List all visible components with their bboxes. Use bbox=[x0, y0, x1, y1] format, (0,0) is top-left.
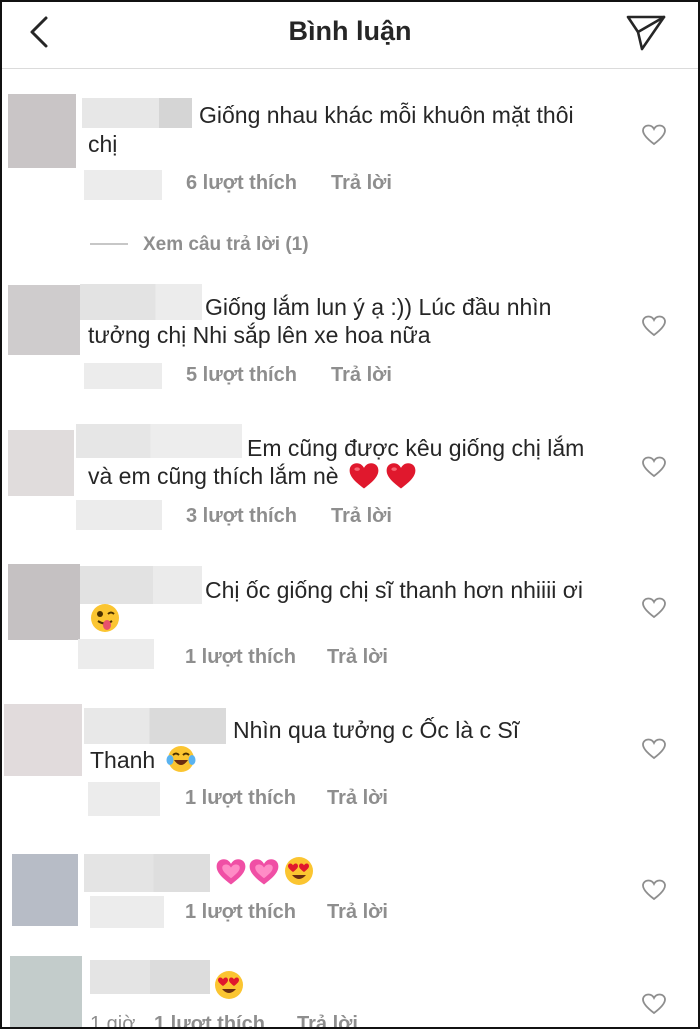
comment-text: Em cũng được kêu giống chị lắm bbox=[247, 435, 585, 461]
like-heart-icon[interactable] bbox=[642, 993, 666, 1015]
red-heart-emoji-icon bbox=[349, 463, 379, 489]
page-title: Bình luận bbox=[288, 16, 412, 46]
timestamp-blurred bbox=[76, 500, 162, 530]
timestamp-blurred bbox=[88, 782, 160, 816]
like-heart-icon[interactable] bbox=[642, 456, 666, 478]
username-blurred[interactable] bbox=[84, 708, 226, 744]
like-count[interactable]: 1 lượt thích bbox=[185, 646, 296, 669]
username-blurred[interactable] bbox=[90, 960, 210, 994]
comment-text-continued: Thanh bbox=[90, 747, 156, 773]
reply-button[interactable]: Trả lời bbox=[327, 901, 388, 924]
avatar[interactable] bbox=[4, 704, 82, 776]
like-count[interactable]: 1 lượt thích bbox=[154, 1013, 265, 1027]
comment-time: 1 giờ bbox=[90, 1013, 136, 1029]
username-blurred[interactable] bbox=[76, 424, 242, 458]
like-count[interactable]: 5 lượt thích bbox=[186, 364, 297, 387]
like-heart-icon[interactable] bbox=[642, 597, 666, 619]
comment-text-row: Thanh bbox=[90, 744, 196, 775]
reply-button[interactable]: Trả lời bbox=[327, 646, 388, 669]
winking-tongue-emoji-icon bbox=[91, 604, 119, 632]
reply-button[interactable]: Trả lời bbox=[331, 364, 392, 387]
avatar[interactable] bbox=[10, 956, 82, 1027]
comment-text-continued: chị bbox=[88, 131, 118, 157]
send-direct-icon[interactable] bbox=[624, 12, 668, 52]
reply-button[interactable]: Trả lời bbox=[297, 1013, 358, 1027]
reply-button[interactable]: Trả lời bbox=[331, 172, 392, 195]
tears-of-joy-emoji-icon bbox=[166, 746, 196, 772]
comment-text: Giống lắm lun ý ạ :)) Lúc đầu nhìn bbox=[205, 294, 552, 320]
like-heart-icon[interactable] bbox=[642, 879, 666, 901]
comment-text-row: và em cũng thích lắm nè bbox=[88, 462, 416, 491]
username-blurred[interactable] bbox=[84, 854, 210, 892]
username-blurred[interactable] bbox=[82, 98, 192, 128]
avatar[interactable] bbox=[8, 430, 74, 496]
comment-text: Chị ốc giống chị sĩ thanh hơn nhiiii ơi bbox=[205, 577, 583, 603]
red-heart-emoji-icon bbox=[387, 463, 416, 489]
heart-eyes-emoji-icon bbox=[285, 857, 313, 885]
avatar[interactable] bbox=[8, 285, 80, 355]
timestamp-blurred bbox=[84, 170, 162, 200]
like-heart-icon[interactable] bbox=[642, 315, 666, 337]
avatar[interactable] bbox=[8, 564, 80, 640]
heart-eyes-emoji-icon bbox=[215, 971, 243, 999]
username-blurred[interactable] bbox=[80, 566, 202, 604]
view-replies-divider bbox=[90, 243, 128, 245]
like-heart-icon[interactable] bbox=[642, 124, 666, 146]
comment-text-continued: và em cũng thích lắm nè bbox=[88, 463, 339, 489]
view-replies-button[interactable]: Xem câu trả lời (1) bbox=[143, 234, 309, 256]
comments-screen: Bình luận Giống nhau khác mỗi khuôn mặt … bbox=[0, 0, 700, 1029]
reply-button[interactable]: Trả lời bbox=[331, 505, 392, 528]
comment-text: Giống nhau khác mỗi khuôn mặt thôi bbox=[199, 102, 574, 128]
reply-button[interactable]: Trả lời bbox=[327, 787, 388, 810]
avatar[interactable] bbox=[8, 94, 76, 168]
comment-text: Nhìn qua tưởng c Ốc là c Sĩ bbox=[233, 717, 520, 743]
timestamp-blurred bbox=[78, 639, 154, 669]
top-bar: Bình luận bbox=[2, 2, 698, 69]
like-heart-icon[interactable] bbox=[642, 738, 666, 760]
pink-heart-emoji-icon bbox=[249, 859, 279, 885]
avatar[interactable] bbox=[12, 854, 78, 926]
pink-heart-emoji-icon bbox=[216, 859, 246, 885]
like-count[interactable]: 1 lượt thích bbox=[185, 787, 296, 810]
like-count[interactable]: 6 lượt thích bbox=[186, 172, 297, 195]
timestamp-blurred bbox=[90, 896, 164, 928]
like-count[interactable]: 3 lượt thích bbox=[186, 505, 297, 528]
username-blurred[interactable] bbox=[80, 284, 202, 320]
timestamp-blurred bbox=[84, 363, 162, 389]
like-count[interactable]: 1 lượt thích bbox=[185, 901, 296, 924]
comment-text-continued: tưởng chị Nhi sắp lên xe hoa nữa bbox=[88, 322, 431, 348]
